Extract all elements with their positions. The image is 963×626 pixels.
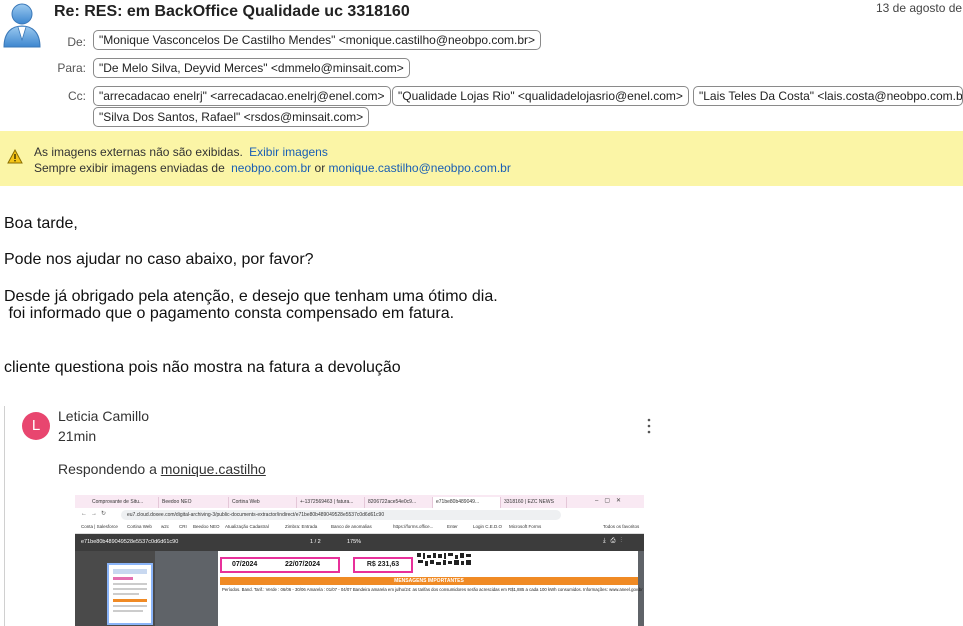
browser-tab: Cortina Web: [229, 497, 297, 508]
always-show-domain-link[interactable]: neobpo.com.br: [231, 161, 311, 175]
bookmark: Cortina Web: [127, 524, 152, 529]
nav-arrows-icon: ←→↻: [81, 511, 111, 517]
body-info: foi informado que o pagamento consta com…: [4, 305, 455, 322]
bookmark: Todos os favoritos: [603, 524, 640, 529]
bookmark: Zimbra: Entrada: [285, 524, 318, 529]
cc-chip[interactable]: "Silva Dos Santos, Rafael" <rsdos@minsai…: [93, 107, 370, 127]
reply-context: Respondendo a monique.castilho: [58, 461, 266, 477]
email-date: 13 de agosto de: [876, 1, 963, 15]
reply-to-link[interactable]: monique.castilho: [161, 461, 266, 477]
cc-chip[interactable]: "arrecadacao enelrj" <arrecadacao.enelrj…: [93, 86, 391, 106]
barcode-icon: [415, 551, 475, 569]
pdf-page-indicator: 1 / 2: [310, 539, 321, 545]
from-label: De:: [67, 35, 86, 49]
cc-chip[interactable]: "Qualidade Lojas Rio" <qualidadelojasrio…: [392, 86, 689, 106]
quoted-time: 21min: [58, 428, 97, 444]
always-show-sender-link[interactable]: monique.castilho@neobpo.com.br: [329, 161, 511, 175]
quoted-avatar: L: [22, 412, 50, 440]
browser-tab: +-1372569463 | fatura...: [297, 497, 365, 508]
cc-label: Cc:: [68, 89, 86, 103]
email-subject: Re: RES: em BackOffice Qualidade uc 3318…: [54, 3, 410, 20]
to-chip[interactable]: "De Melo Silva, Deyvid Merces" <dmmelo@m…: [93, 58, 410, 78]
pdf-thumbnail: [107, 563, 153, 625]
address-field: eu7.cloud.doxee.com/digital-archiving-3/…: [121, 510, 561, 520]
pdf-title: e71be80b489049528e5537c0d6d61c90: [81, 539, 179, 545]
body-thanks: Desde já obrigado pela atenção, e desejo…: [4, 288, 498, 305]
important-messages-text: Períodos. Band. Tarif.: Verde : 06/06 - …: [222, 587, 643, 592]
browser-tab: Beedoo NEO: [159, 497, 229, 508]
banner-message: As imagens externas não são exibidas.: [34, 145, 243, 159]
banner-line-1: As imagens externas não são exibidas. Ex…: [34, 145, 328, 159]
window-controls-icon: –▢✕: [595, 498, 628, 504]
body-greeting: Boa tarde,: [4, 215, 78, 232]
show-images-link[interactable]: Exibir imagens: [249, 145, 328, 159]
invoice-amount: R$ 231,63: [353, 557, 413, 573]
browser-tab: 8206722ace54e0c9...: [365, 497, 433, 508]
bookmark: w2c: [161, 524, 170, 529]
quoted-sender-name: Leticia Camillo: [58, 408, 150, 424]
pdf-actions-icon: ⤓⎙⋮: [603, 538, 627, 544]
banner-always-text: Sempre exibir imagens enviadas de: [34, 161, 225, 175]
banner-line-2: Sempre exibir imagens enviadas de neobpo…: [34, 161, 511, 175]
pdf-zoom: 175%: [347, 539, 362, 545]
invoice-due-date: 22/07/2024: [285, 561, 321, 568]
embedded-screenshot: Comprovante de Situ... Beedoo NEO Cortin…: [75, 495, 644, 626]
browser-tab: Comprovante de Situ...: [89, 497, 159, 508]
reply-prefix: Respondendo a: [58, 461, 157, 477]
banner-or-text: or: [314, 161, 326, 175]
to-label: Para:: [57, 61, 86, 75]
from-chip[interactable]: "Monique Vasconcelos De Castilho Mendes"…: [93, 30, 542, 50]
browser-tab-active: e71be80b489049...: [433, 497, 501, 508]
bookmark: Login C.E.D.O: [473, 524, 503, 529]
browser-tab: 3318160 | EZC NEWS: [501, 497, 567, 508]
warning-icon: [7, 148, 23, 164]
cc-chip[interactable]: "Lais Teles Da Costa" <lais.costa@neobpo…: [693, 86, 963, 106]
more-options-icon[interactable]: [647, 418, 651, 434]
bookmark: CRI: [179, 524, 187, 529]
bookmark: https://forms.office...: [393, 524, 434, 529]
bookmark: Microsoft Forms: [509, 524, 542, 529]
bookmark: Banco de anomalias: [331, 524, 372, 529]
bookmark: Beedoo NEO: [193, 524, 220, 529]
bookmark: Conta | Salesforce: [81, 524, 118, 529]
body-question: cliente questiona pois não mostra na fat…: [4, 359, 401, 376]
quote-bar: [4, 406, 5, 626]
bookmark: Enter: [447, 524, 458, 529]
important-messages-header: MENSAGENS IMPORTANTES: [220, 577, 638, 585]
body-request: Pode nos ajudar no caso abaixo, por favo…: [4, 251, 314, 268]
invoice-month: 07/2024: [232, 561, 258, 568]
bookmark: Atualização Cadastral: [225, 524, 269, 529]
